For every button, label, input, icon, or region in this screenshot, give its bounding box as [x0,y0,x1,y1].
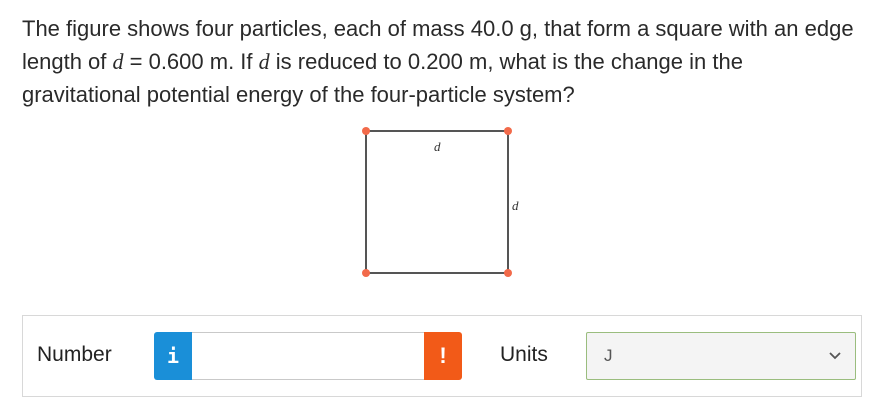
info-button[interactable]: i [154,332,192,380]
units-select[interactable]: J [586,332,856,380]
units-selected-value: J [604,346,613,365]
question-text: The figure shows four particles, each of… [22,12,862,111]
chevron-down-icon [829,352,841,360]
info-icon: i [166,344,180,368]
answer-row: Number i ! Units J [22,315,862,397]
particle-bottom-left [362,269,370,277]
particle-bottom-right [504,269,512,277]
exclamation-icon: ! [439,343,447,368]
square-diagram: d d [362,127,519,277]
variable-d: d [112,49,124,74]
square-figure: d d [355,120,525,290]
number-input[interactable] [192,332,424,380]
question-part-2: = 0.600 m. If [123,49,259,74]
particle-top-left [362,127,370,135]
edge-label-side: d [512,198,519,213]
variable-d: d [258,49,270,74]
edge-label-top: d [434,139,441,154]
warning-button[interactable]: ! [424,332,462,380]
units-label: Units [500,343,548,366]
number-label: Number [37,343,112,366]
particle-top-right [504,127,512,135]
